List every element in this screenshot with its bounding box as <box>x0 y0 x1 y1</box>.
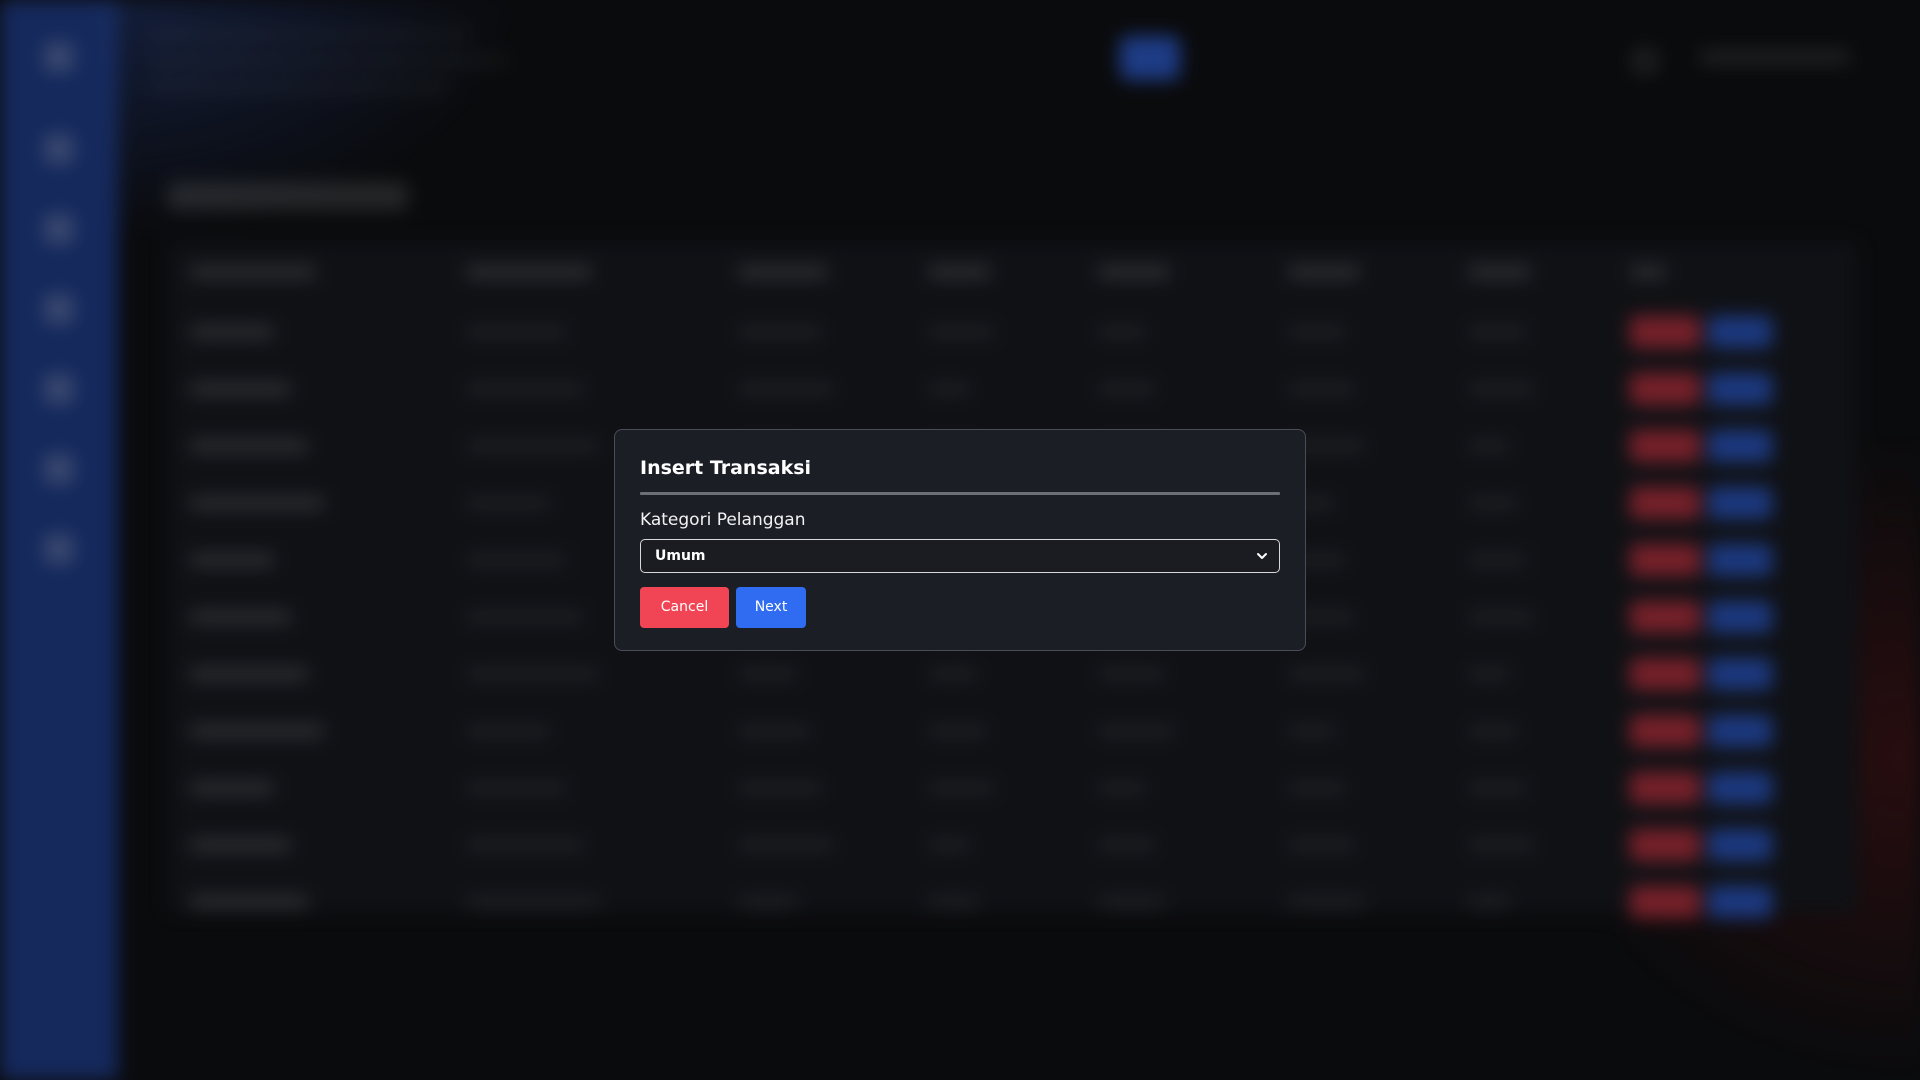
modal-divider <box>640 492 1280 495</box>
customer-category-select[interactable]: Umum <box>640 539 1280 573</box>
modal-actions: Cancel Next <box>640 587 1280 629</box>
insert-transaction-modal: Insert Transaksi Kategori Pelanggan Umum… <box>614 429 1306 651</box>
chevron-down-icon <box>1257 553 1267 559</box>
customer-category-label: Kategori Pelanggan <box>640 510 806 530</box>
select-value: Umum <box>655 548 706 564</box>
next-button[interactable]: Next <box>736 587 806 628</box>
cancel-button[interactable]: Cancel <box>640 587 729 628</box>
modal-title: Insert Transaksi <box>640 457 812 479</box>
